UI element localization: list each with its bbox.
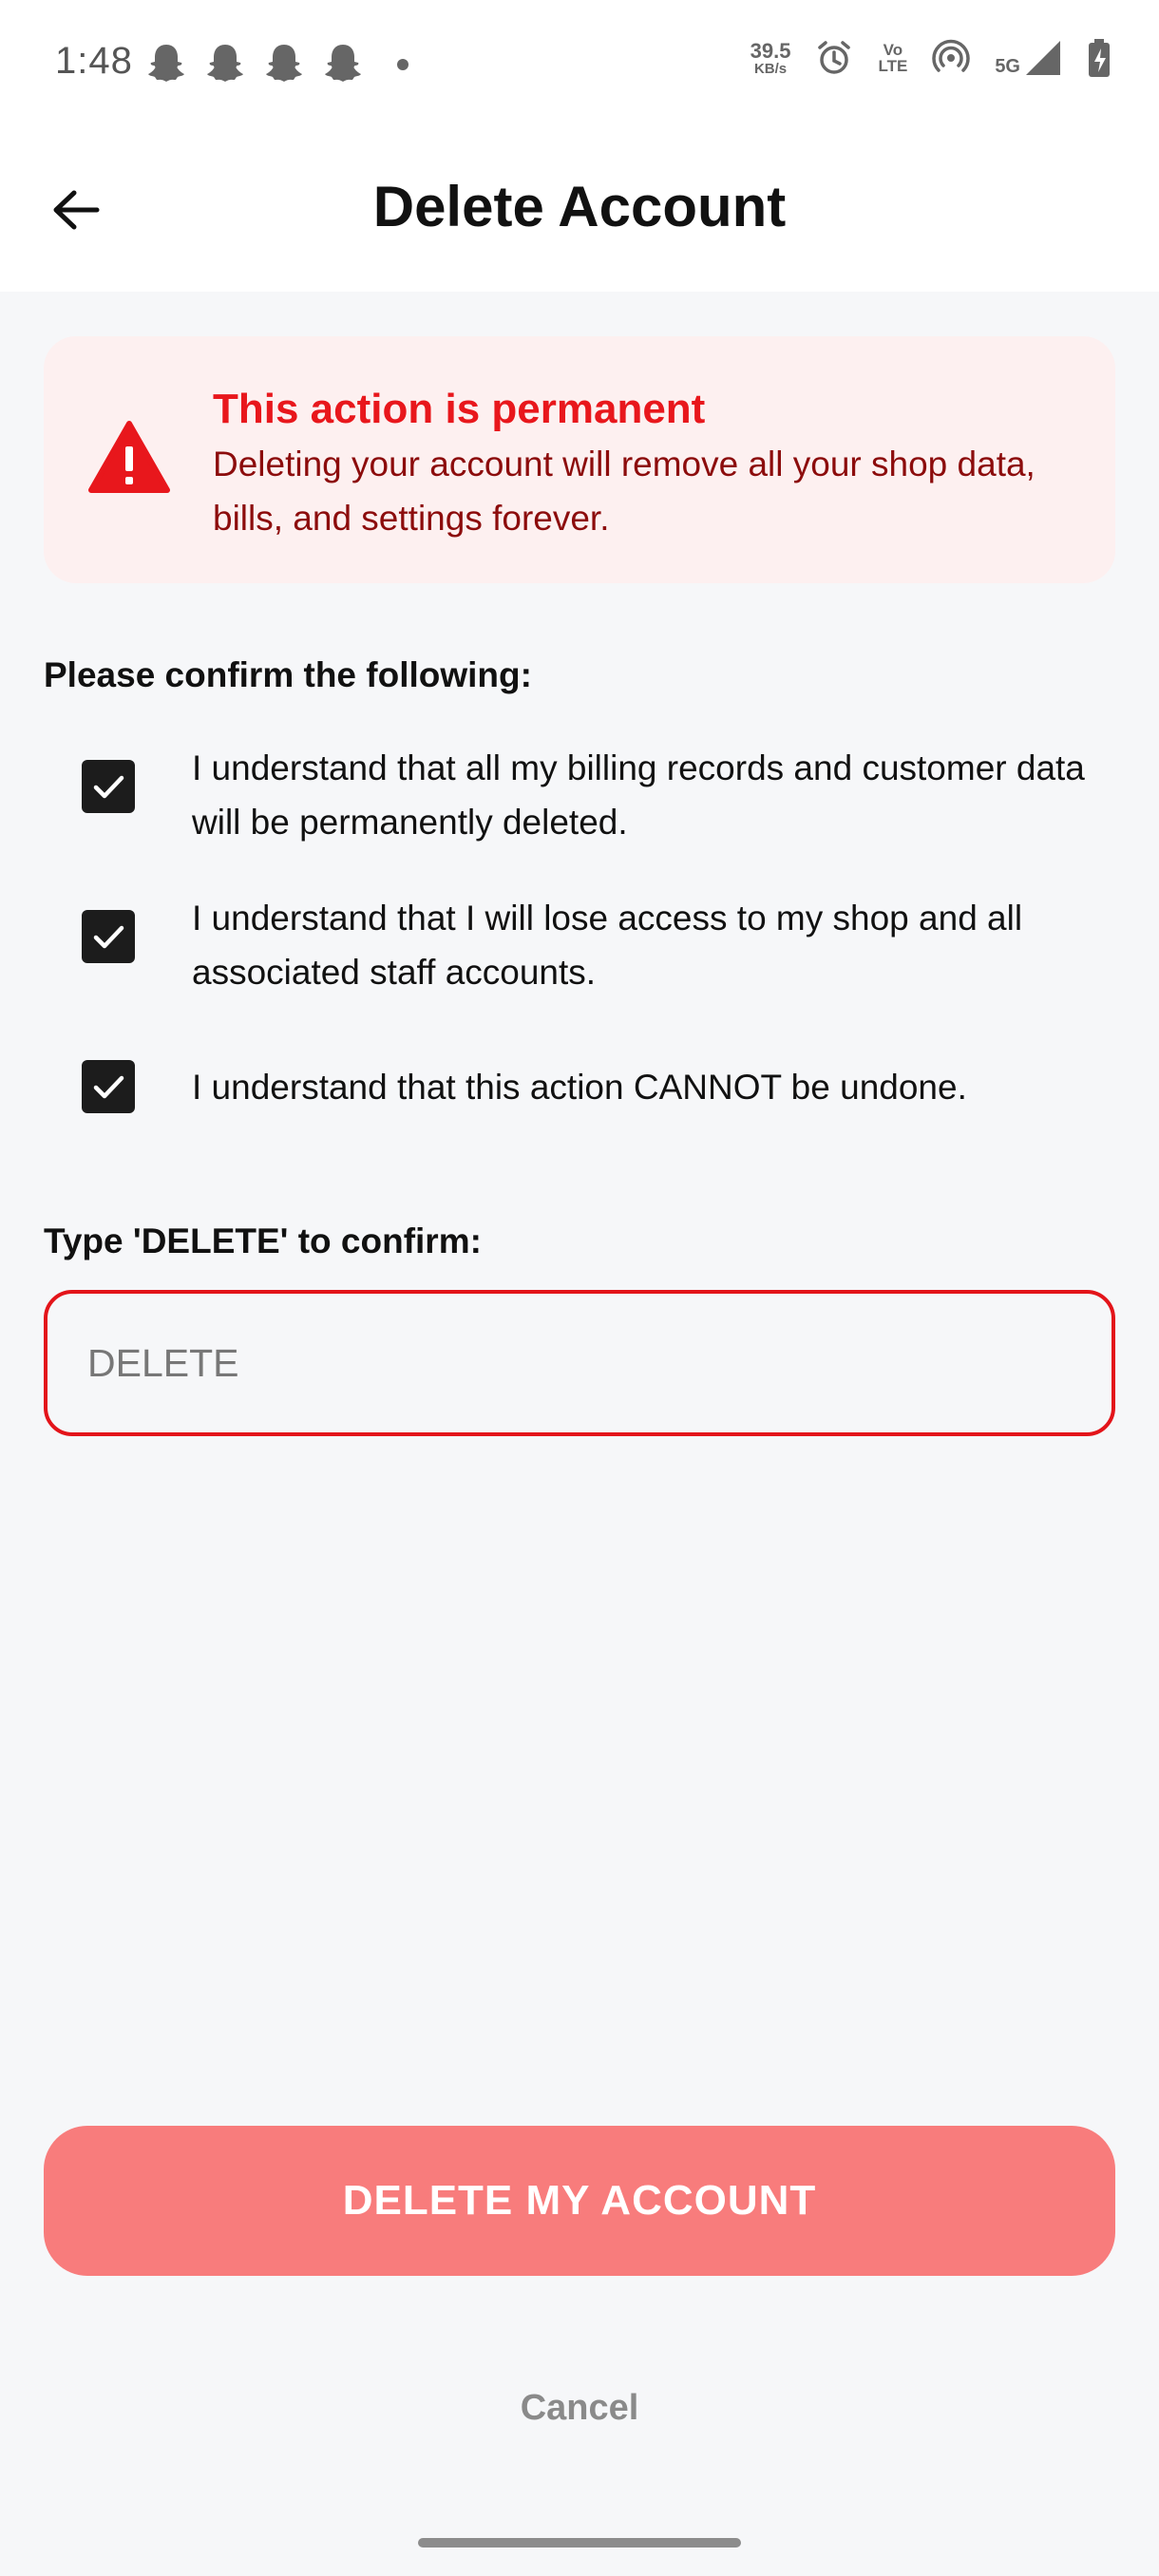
confirm-item-label: I understand that I will lose access to … xyxy=(192,899,1023,992)
checkbox-billing-records[interactable] xyxy=(82,760,135,813)
checkbox-cannot-undo[interactable] xyxy=(82,1060,135,1113)
delete-account-button[interactable]: DELETE MY ACCOUNT xyxy=(44,2126,1115,2276)
snapchat-icon xyxy=(325,45,361,82)
checkmark-icon xyxy=(93,775,124,799)
snapchat-icon xyxy=(266,45,302,82)
cancel-button[interactable]: Cancel xyxy=(437,2375,722,2441)
more-notifications-dot xyxy=(397,59,408,70)
battery-charging-icon xyxy=(1089,39,1110,77)
confirm-item-label: I understand that all my billing records… xyxy=(192,748,1085,842)
delete-confirm-input[interactable] xyxy=(44,1290,1115,1436)
checkbox-shop-access[interactable] xyxy=(82,910,135,963)
signal-icon xyxy=(1026,41,1060,75)
snapchat-icon xyxy=(148,45,184,82)
confirm-heading: Please confirm the following: xyxy=(44,655,532,694)
checkmark-icon xyxy=(93,1075,124,1099)
warning-text: Deleting your account will remove all yo… xyxy=(213,445,1036,538)
type-delete-label: Type 'DELETE' to confirm: xyxy=(44,1222,482,1260)
status-time: 1:48 xyxy=(55,40,133,82)
notification-icons xyxy=(147,42,362,82)
warning-card: This action is permanent Deleting your a… xyxy=(44,336,1115,583)
page-title: Delete Account xyxy=(372,175,787,238)
alarm-icon xyxy=(818,41,851,74)
home-indicator[interactable] xyxy=(418,2538,741,2548)
snapchat-icon xyxy=(207,45,243,82)
status-icons: 39.5 KB/s Vo LTE 5G xyxy=(750,38,1112,78)
hotspot-icon xyxy=(932,39,971,72)
checkmark-icon xyxy=(93,925,124,949)
confirm-item-label: I understand that this action CANNOT be … xyxy=(192,1068,967,1107)
warning-triangle-icon xyxy=(88,421,170,493)
network-speed: 39.5 KB/s xyxy=(750,38,791,77)
network-type: 5G xyxy=(995,55,1020,77)
status-bar: 1:48 39.5 KB/s Vo LTE 5G xyxy=(0,0,1159,128)
warning-title: This action is permanent xyxy=(213,386,706,432)
volte-icon: Vo LTE xyxy=(878,41,908,75)
app-bar: Delete Account xyxy=(0,128,1159,292)
